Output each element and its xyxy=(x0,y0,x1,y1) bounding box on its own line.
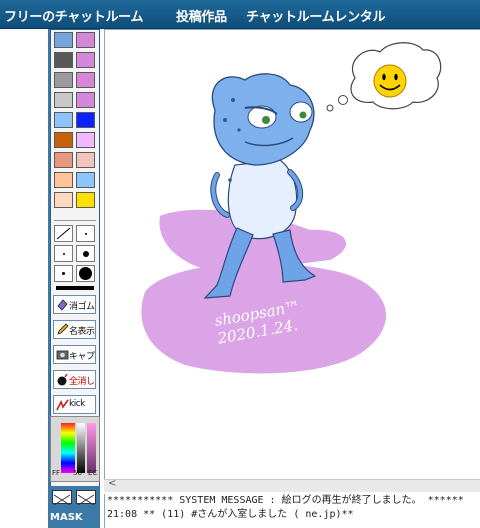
eraser-button[interactable]: 消ゴム xyxy=(53,295,96,314)
color-swatch[interactable] xyxy=(76,32,95,48)
color-swatch[interactable] xyxy=(54,52,73,68)
color-swatch[interactable] xyxy=(54,192,73,208)
scroll-left-arrow-icon[interactable]: < xyxy=(108,478,116,489)
kick-icon xyxy=(56,399,69,411)
left-margin xyxy=(0,29,48,528)
log-line: 21:08 ** (11) #さんが入室しました ( ne.jp)** xyxy=(107,509,354,520)
color-swatch[interactable] xyxy=(76,172,95,188)
line-width-bar[interactable] xyxy=(56,286,94,290)
hue-strip[interactable] xyxy=(61,423,75,473)
color-swatch[interactable] xyxy=(76,132,95,148)
pencil-icon xyxy=(57,323,69,335)
brightness-strip[interactable] xyxy=(77,423,85,473)
diagonal-line-icon xyxy=(56,227,71,240)
name-display-button[interactable]: 名表示 xyxy=(53,320,96,339)
envelope-icon xyxy=(77,494,95,506)
mail-button-1[interactable] xyxy=(52,490,72,506)
color-swatch[interactable] xyxy=(76,112,95,128)
color-swatch[interactable] xyxy=(54,72,73,88)
divider xyxy=(54,220,96,221)
capture-button[interactable]: キャプ xyxy=(53,345,96,364)
color-swatch[interactable] xyxy=(54,92,73,108)
mail-button-2[interactable] xyxy=(76,490,96,506)
color-palette-picker[interactable]: FF 56 EC xyxy=(50,416,100,482)
color-swatch[interactable] xyxy=(76,92,95,108)
color-swatch[interactable] xyxy=(54,172,73,188)
palette-label-ff: FF xyxy=(52,469,61,477)
top-navigation-bar: フリーのチャットルーム 投稿作品 チャットルームレンタル xyxy=(0,0,480,29)
color-swatch[interactable] xyxy=(54,112,73,128)
pen-size-slash[interactable] xyxy=(54,225,73,242)
color-swatch[interactable] xyxy=(54,32,73,48)
nav-link-free-chatroom[interactable]: フリーのチャットルーム xyxy=(4,6,143,25)
pen-size-1[interactable] xyxy=(76,225,95,242)
eraser-icon xyxy=(57,299,68,311)
pen-size-5[interactable] xyxy=(76,265,95,282)
canvas-horizontal-scrollbar[interactable]: < xyxy=(104,478,480,492)
camera-icon xyxy=(56,350,69,360)
color-swatch[interactable] xyxy=(54,152,73,168)
nav-link-submitted-works[interactable]: 投稿作品 xyxy=(176,6,227,25)
log-line: *********** SYSTEM MESSAGE : 絵ログの再生が終了しま… xyxy=(107,495,464,506)
nav-link-chatroom-rental[interactable]: チャットルームレンタル xyxy=(246,6,385,25)
pen-size-2[interactable] xyxy=(54,245,73,262)
pen-size-4[interactable] xyxy=(54,265,73,282)
drawing-canvas[interactable]: shoopsan™ 2020.1.24. xyxy=(104,29,480,479)
frog-illustration xyxy=(141,42,442,374)
color-swatch[interactable] xyxy=(76,72,95,88)
clear-all-button[interactable]: 全消し xyxy=(53,370,96,389)
color-swatch[interactable] xyxy=(76,152,95,168)
saturation-strip[interactable] xyxy=(87,423,96,473)
color-swatch[interactable] xyxy=(76,192,95,208)
palette-label-56: 56 xyxy=(73,469,82,477)
bottom-tools: MASK xyxy=(48,486,100,528)
bomb-icon xyxy=(57,373,68,386)
smiley-face-icon xyxy=(373,64,407,98)
color-swatch[interactable] xyxy=(54,132,73,148)
pen-size-3[interactable] xyxy=(76,245,95,262)
mask-label[interactable]: MASK xyxy=(50,512,83,523)
color-swatch[interactable] xyxy=(76,52,95,68)
chat-log: *********** SYSTEM MESSAGE : 絵ログの再生が終了しま… xyxy=(104,494,480,528)
kick-button[interactable]: kick xyxy=(53,395,96,414)
palette-label-ec: EC xyxy=(88,469,98,477)
envelope-icon xyxy=(53,494,71,506)
